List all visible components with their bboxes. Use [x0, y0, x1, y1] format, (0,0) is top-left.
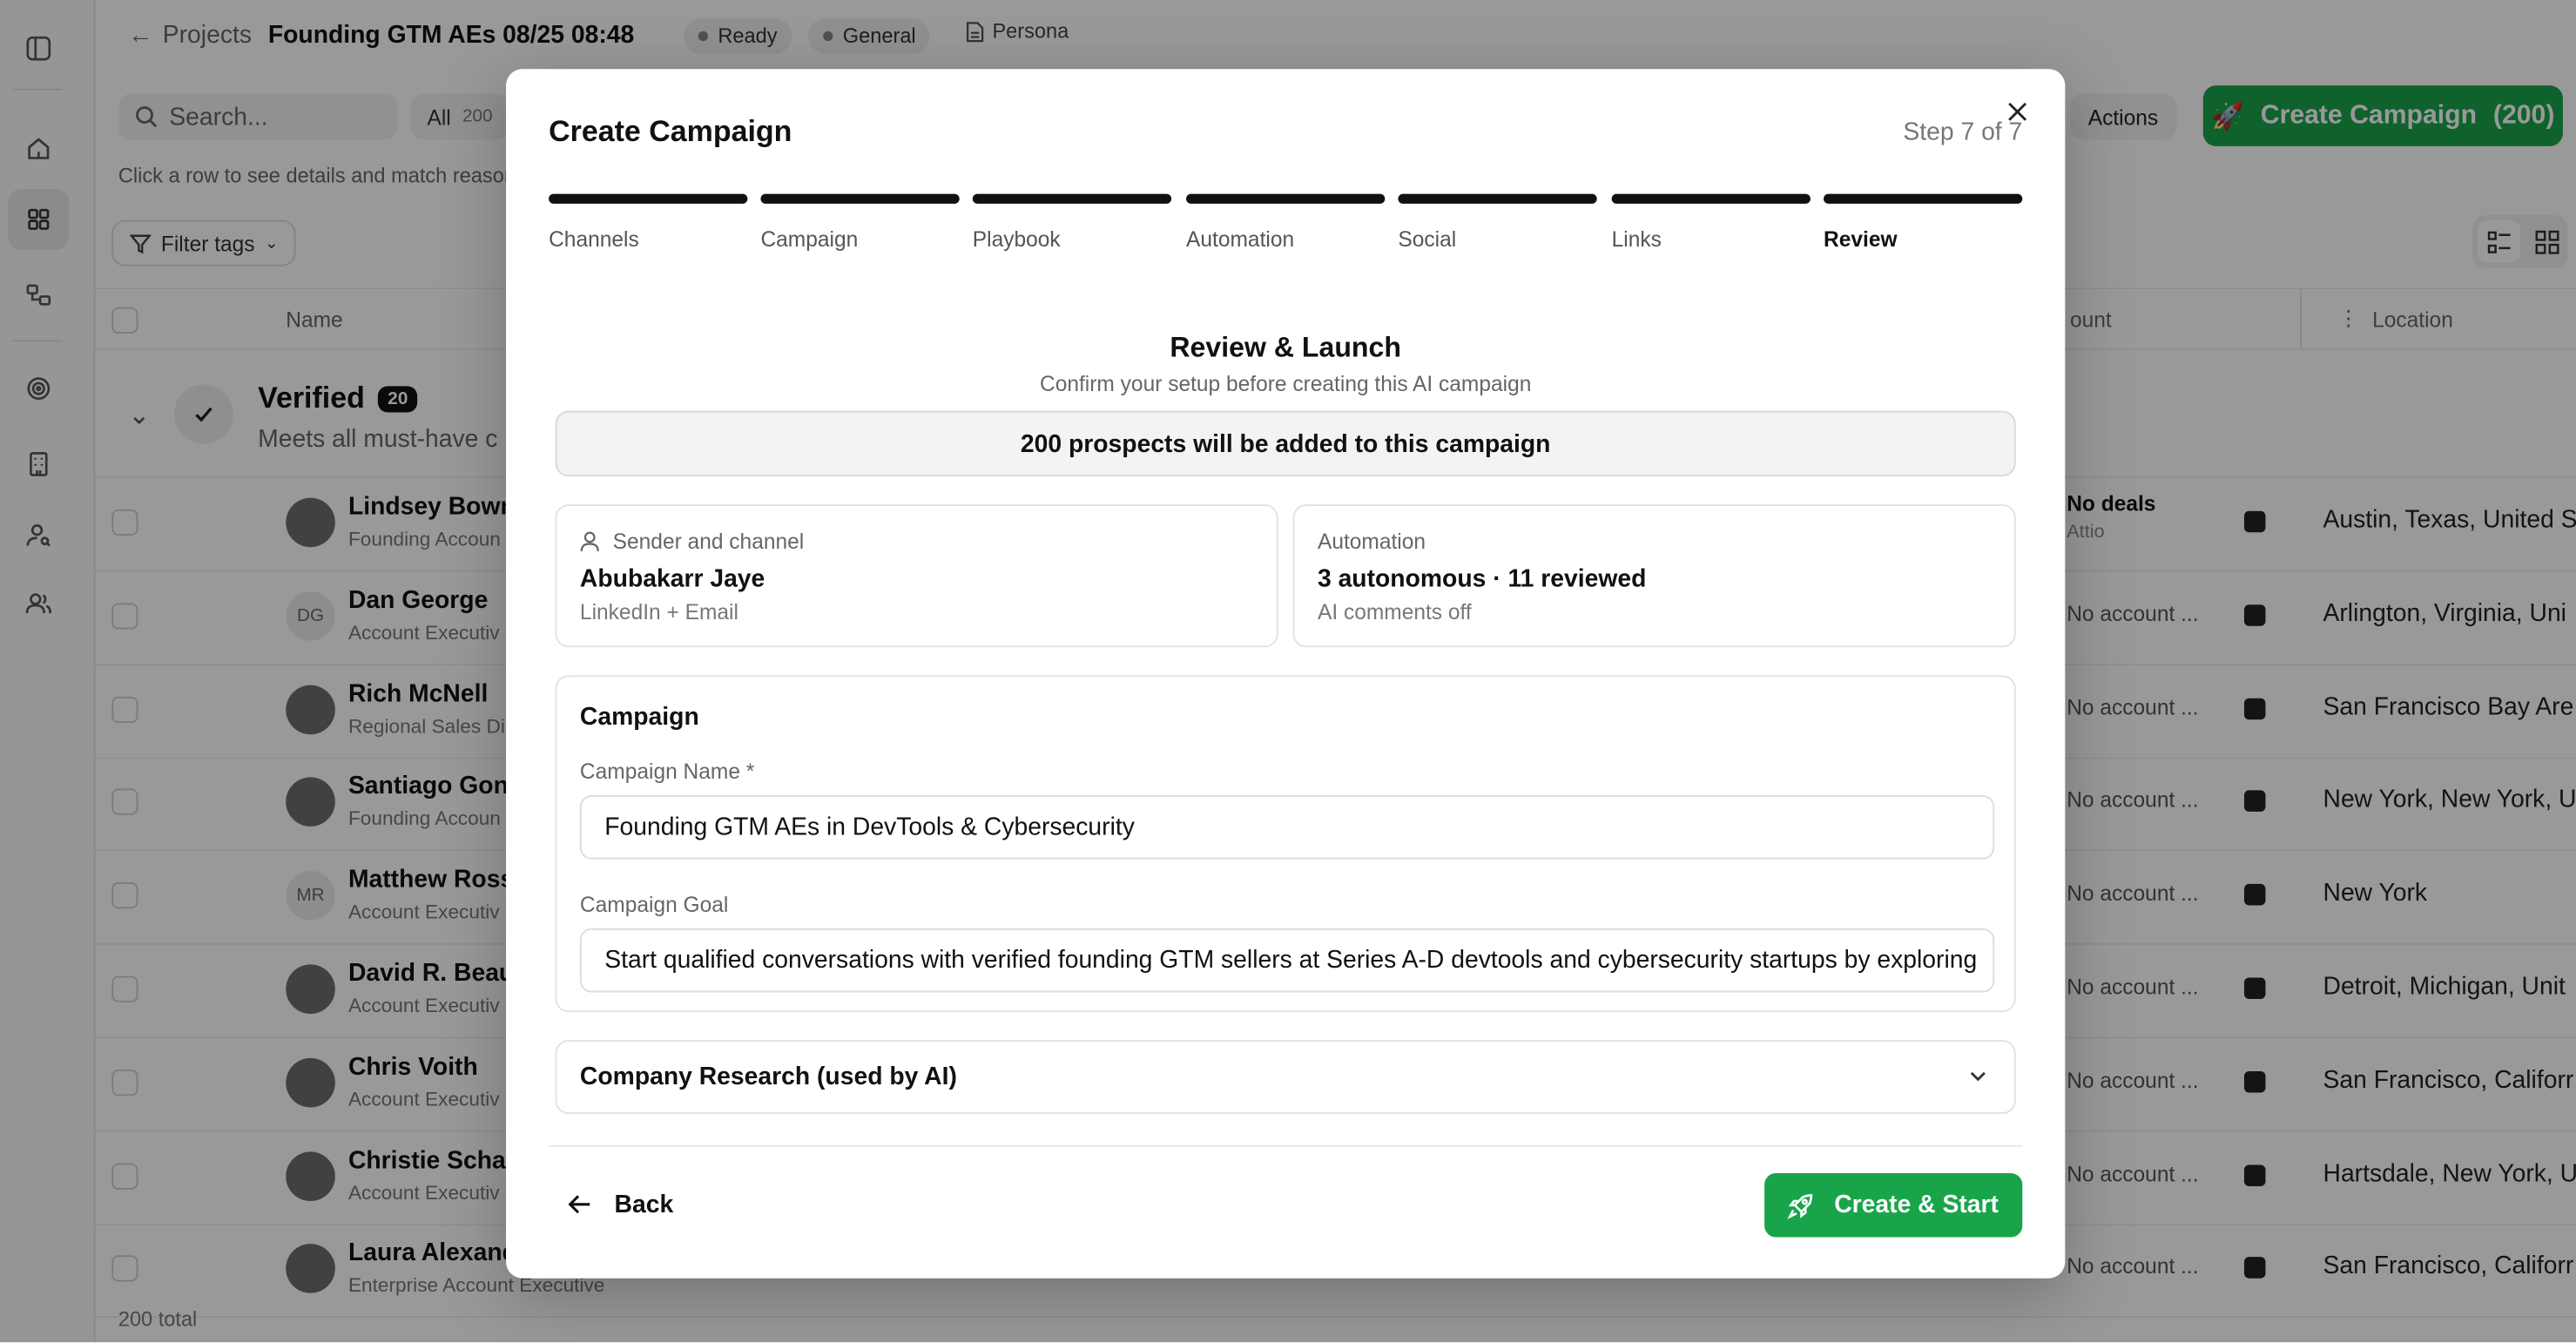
company-research-label: Company Research (used by AI) [579, 1063, 957, 1091]
user-icon [580, 531, 599, 551]
sender-card-heading-label: Sender and channel [612, 529, 805, 554]
sender-name: Abubakarr Jaye [579, 564, 765, 594]
prospect-count-banner: 200 prospects will be added to this camp… [555, 410, 2016, 477]
automation-ai-comments: AI comments off [1317, 599, 1472, 624]
sender-card: Sender and channel Abubakarr Jaye Linked… [555, 504, 1278, 648]
automation-card: Automation 3 autonomous · 11 reviewed AI… [1292, 504, 2016, 648]
app-root: ← Projects Founding GTM AEs 08/25 08:48 … [0, 0, 2576, 1343]
step-label: Playbook [972, 226, 1061, 252]
modal-footer-divider [549, 1144, 2023, 1147]
create-campaign-modal: Create Campaign Step 7 of 7 Channels Cam… [506, 69, 2066, 1279]
step-label: Links [1611, 226, 1662, 252]
stepper: Channels Campaign Playbook Automation So… [549, 193, 2023, 260]
campaign-goal-field[interactable]: Start qualified conversations with verif… [579, 928, 1995, 993]
step-progress-bar [1824, 193, 2023, 204]
step-label: Automation [1186, 226, 1295, 252]
step-label: Social [1398, 226, 1457, 252]
step-campaign[interactable]: Campaign [760, 193, 960, 252]
company-research-accordion[interactable]: Company Research (used by AI) [555, 1040, 2016, 1115]
sender-card-heading: Sender and channel [580, 529, 805, 554]
step-links[interactable]: Links [1611, 193, 1811, 252]
rocket-icon [1788, 1193, 1814, 1218]
campaign-name-label: Campaign Name * [579, 759, 755, 784]
step-channels[interactable]: Channels [549, 193, 748, 252]
step-progress-bar [972, 193, 1172, 204]
campaign-section: Campaign Campaign Name * Founding GTM AE… [555, 675, 2016, 1013]
step-automation[interactable]: Automation [1186, 193, 1386, 252]
step-progress-bar [549, 193, 748, 204]
campaign-goal-label: Campaign Goal [579, 892, 729, 917]
back-button[interactable]: Back [568, 1180, 674, 1230]
back-button-label: Back [614, 1190, 674, 1218]
modal-title: Create Campaign [549, 115, 792, 148]
step-progress-bar [1186, 193, 1386, 204]
chevron-down-icon [1968, 1064, 1988, 1092]
automation-summary: 3 autonomous · 11 reviewed [1317, 564, 1647, 594]
campaign-name-field[interactable]: Founding GTM AEs in DevTools & Cybersecu… [579, 795, 1995, 860]
step-playbook[interactable]: Playbook [972, 193, 1172, 252]
arrow-left-icon [568, 1195, 590, 1214]
step-progress-bar [1398, 193, 1597, 204]
step-social[interactable]: Social [1398, 193, 1597, 252]
step-progress-bar [760, 193, 960, 204]
close-icon[interactable] [2003, 97, 2033, 126]
step-label: Campaign [760, 226, 859, 252]
automation-card-heading: Automation [1317, 529, 1426, 554]
campaign-section-title: Campaign [579, 703, 699, 732]
create-and-start-button[interactable]: Create & Start [1764, 1172, 2023, 1238]
step-label-current: Review [1824, 226, 1898, 252]
create-and-start-label: Create & Start [1834, 1191, 1999, 1219]
review-subtitle: Confirm your setup before creating this … [1040, 371, 1532, 396]
step-progress-bar [1611, 193, 1811, 204]
sender-channels: LinkedIn + Email [579, 599, 738, 624]
step-label: Channels [549, 226, 639, 252]
review-title: Review & Launch [1170, 332, 1401, 363]
step-review[interactable]: Review [1824, 193, 2023, 252]
